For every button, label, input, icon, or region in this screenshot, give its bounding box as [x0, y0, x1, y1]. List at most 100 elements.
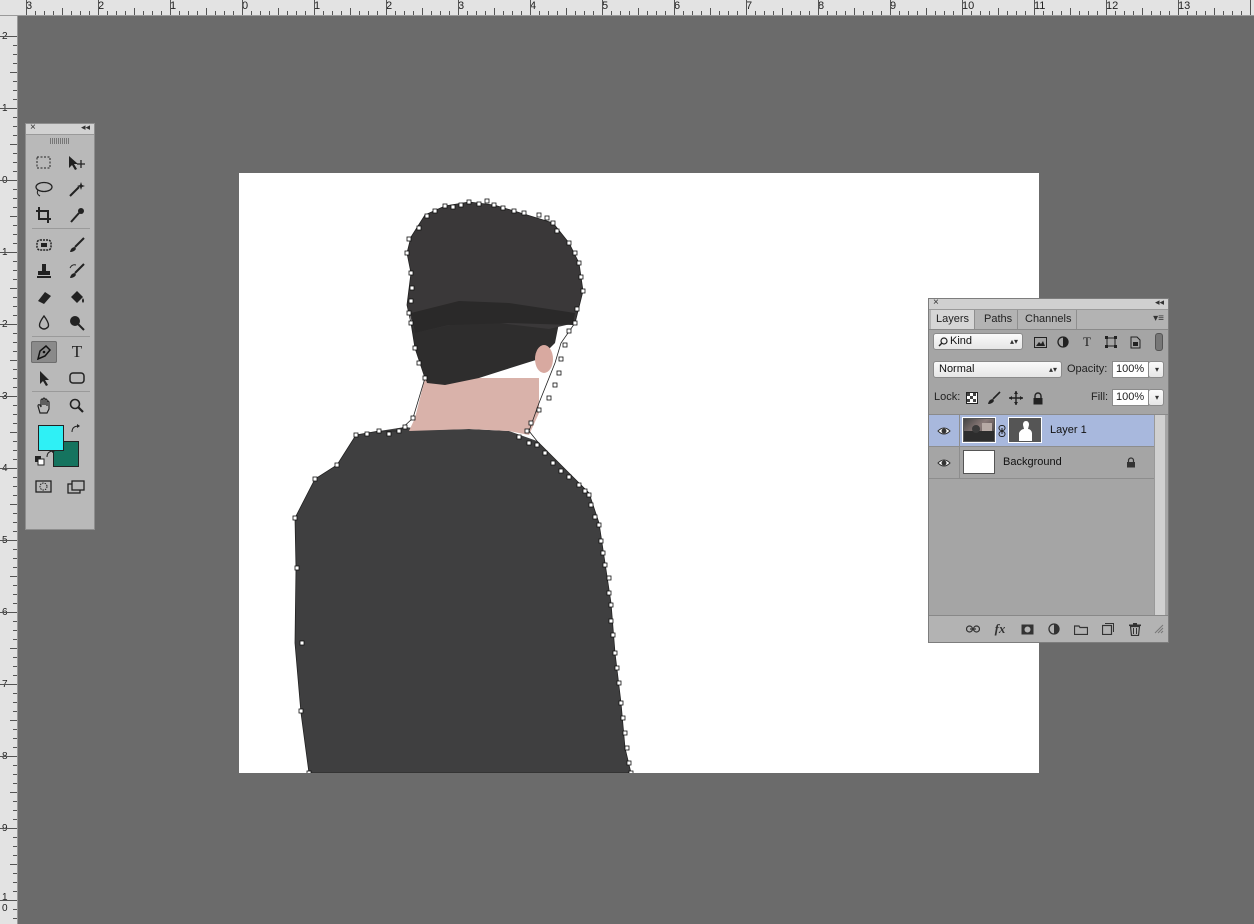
anchor-point[interactable]: [566, 240, 572, 246]
magic-wand-icon[interactable]: [64, 178, 90, 200]
move-tool-icon[interactable]: [64, 152, 90, 174]
anchor-point[interactable]: [299, 640, 305, 646]
anchor-point[interactable]: [408, 298, 414, 304]
anchor-point[interactable]: [536, 407, 542, 413]
anchor-point[interactable]: [550, 460, 556, 466]
close-icon[interactable]: ×: [933, 297, 939, 308]
anchor-point[interactable]: [566, 328, 572, 334]
anchor-point[interactable]: [558, 356, 564, 362]
anchor-point[interactable]: [406, 236, 412, 242]
anchor-point[interactable]: [442, 203, 448, 209]
anchor-point[interactable]: [578, 274, 584, 280]
filter-smart-object-icon[interactable]: [1126, 333, 1144, 351]
anchor-point[interactable]: [588, 502, 594, 508]
anchor-point[interactable]: [458, 202, 464, 208]
lock-all-icon[interactable]: [1029, 389, 1047, 407]
anchor-point[interactable]: [526, 440, 532, 446]
anchor-point[interactable]: [576, 260, 582, 266]
anchor-point[interactable]: [550, 220, 556, 226]
eraser-icon[interactable]: [31, 286, 57, 308]
horizontal-ruler[interactable]: 3 2 1 0 1 2 3 4 5 6 7 8 9 10 11 12 13: [0, 0, 1254, 16]
anchor-point[interactable]: [554, 228, 560, 234]
swap-arrow-icon[interactable]: [70, 423, 82, 438]
layers-panel-header[interactable]: × ◂◂: [929, 297, 1168, 310]
close-icon[interactable]: ×: [30, 122, 36, 133]
delete-layer-icon[interactable]: [1127, 621, 1143, 637]
clone-stamp-icon[interactable]: [31, 260, 57, 282]
anchor-point[interactable]: [416, 360, 422, 366]
panel-menu-icon[interactable]: ▾≡: [1153, 313, 1164, 324]
new-group-icon[interactable]: [1073, 621, 1089, 637]
paint-bucket-icon[interactable]: [64, 286, 90, 308]
vertical-ruler[interactable]: 2 1 0 1 2 3 4 5 6 7 8 9 1 0: [0, 16, 18, 924]
anchor-point[interactable]: [616, 680, 622, 686]
visibility-eye-icon[interactable]: [937, 456, 951, 470]
anchor-point[interactable]: [424, 213, 430, 219]
anchor-point[interactable]: [602, 562, 608, 568]
anchor-point[interactable]: [416, 225, 422, 231]
anchor-point[interactable]: [422, 375, 428, 381]
anchor-point[interactable]: [566, 474, 572, 480]
layer-list-scrollbar[interactable]: [1154, 415, 1165, 617]
tab-layers[interactable]: Layers: [931, 310, 976, 329]
anchor-point[interactable]: [608, 618, 614, 624]
lock-position-icon[interactable]: [1007, 389, 1025, 407]
document-canvas[interactable]: [239, 173, 1039, 773]
brush-icon[interactable]: [64, 234, 90, 256]
anchor-point[interactable]: [516, 434, 522, 440]
foreground-color-swatch[interactable]: [38, 425, 64, 451]
anchor-point[interactable]: [620, 715, 626, 721]
anchor-point[interactable]: [298, 708, 304, 714]
anchor-point[interactable]: [292, 515, 298, 521]
zoom-tool-icon[interactable]: [64, 395, 90, 417]
blend-mode-select[interactable]: Normal ▴▾: [933, 361, 1062, 378]
anchor-point[interactable]: [406, 310, 412, 316]
anchor-point[interactable]: [476, 201, 482, 207]
anchor-point[interactable]: [572, 250, 578, 256]
tools-panel-header[interactable]: × ◂◂: [26, 122, 94, 135]
layer-mask-thumbnail[interactable]: [1008, 417, 1042, 443]
anchor-point[interactable]: [364, 431, 370, 437]
anchor-point[interactable]: [432, 208, 438, 214]
layer-thumbnail[interactable]: [962, 417, 996, 443]
anchor-point[interactable]: [412, 345, 418, 351]
drag-grip[interactable]: [50, 138, 70, 144]
anchor-point[interactable]: [353, 432, 359, 438]
anchor-point[interactable]: [618, 700, 624, 706]
anchor-point[interactable]: [572, 320, 578, 326]
layer-thumbnail[interactable]: [963, 450, 995, 474]
anchor-point[interactable]: [608, 602, 614, 608]
anchor-point[interactable]: [582, 488, 588, 494]
spot-healing-icon[interactable]: [31, 234, 57, 256]
anchor-point[interactable]: [598, 538, 604, 544]
anchor-point[interactable]: [596, 522, 602, 528]
anchor-point[interactable]: [606, 575, 612, 581]
anchor-point[interactable]: [334, 462, 340, 468]
fx-icon[interactable]: fx: [992, 621, 1008, 637]
anchor-point[interactable]: [386, 431, 392, 437]
layer-row[interactable]: Layer 1: [929, 415, 1155, 447]
anchor-point[interactable]: [294, 565, 300, 571]
adjustment-layer-icon[interactable]: [1046, 621, 1062, 637]
anchor-point[interactable]: [622, 730, 628, 736]
anchor-point[interactable]: [576, 482, 582, 488]
filter-kind-select[interactable]: Kind ▴▾: [933, 333, 1023, 350]
lock-transparent-icon[interactable]: [963, 389, 981, 407]
new-layer-icon[interactable]: [1100, 621, 1116, 637]
filter-pixel-icon[interactable]: [1031, 333, 1049, 351]
anchor-point[interactable]: [511, 208, 517, 214]
filter-shape-icon[interactable]: [1102, 333, 1120, 351]
collapse-icon[interactable]: ◂◂: [81, 122, 90, 133]
anchor-point[interactable]: [491, 202, 497, 208]
layer-row[interactable]: Background: [929, 447, 1155, 479]
lock-pixels-icon[interactable]: [985, 389, 1003, 407]
anchor-point[interactable]: [306, 770, 312, 773]
anchor-point[interactable]: [521, 210, 527, 216]
resize-grip-icon[interactable]: [1153, 621, 1165, 637]
anchor-point[interactable]: [402, 424, 408, 430]
type-tool-icon[interactable]: T: [64, 341, 90, 363]
collapse-icon[interactable]: ◂◂: [1155, 297, 1164, 308]
filter-toggle-switch[interactable]: [1155, 333, 1163, 351]
anchor-point[interactable]: [484, 198, 490, 204]
anchor-point[interactable]: [580, 288, 586, 294]
